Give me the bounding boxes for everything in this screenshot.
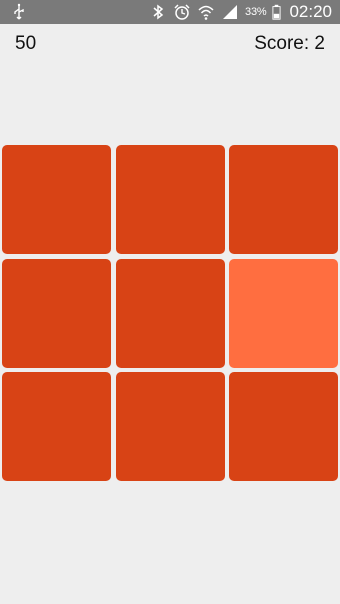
signal-icon — [223, 5, 238, 19]
tile-r2-c2[interactable] — [116, 259, 225, 368]
tile-r3-c2[interactable] — [116, 372, 225, 481]
tile-grid — [2, 145, 338, 481]
tile-r2-c3[interactable] — [229, 259, 338, 368]
countdown-timer: 50 — [15, 33, 37, 54]
wifi-icon — [198, 5, 214, 20]
battery-icon — [272, 4, 282, 20]
battery-percentage: 33% — [245, 6, 267, 18]
tile-r3-c1[interactable] — [2, 372, 111, 481]
score-label: Score: 2 — [254, 33, 325, 54]
clock: 02:20 — [289, 2, 332, 21]
status-icons: 33% 02:20 — [149, 0, 332, 24]
tile-r1-c2[interactable] — [116, 145, 225, 254]
tile-r3-c3[interactable] — [229, 372, 338, 481]
tile-r1-c3[interactable] — [229, 145, 338, 254]
alarm-icon — [174, 4, 190, 20]
game-hud: 50 Score: 2 — [0, 33, 340, 57]
bluetooth-icon — [153, 4, 164, 20]
tile-r1-c1[interactable] — [2, 145, 111, 254]
usb-icon — [14, 3, 24, 20]
status-bar: 33% 02:20 — [0, 0, 340, 24]
tile-r2-c1[interactable] — [2, 259, 111, 368]
